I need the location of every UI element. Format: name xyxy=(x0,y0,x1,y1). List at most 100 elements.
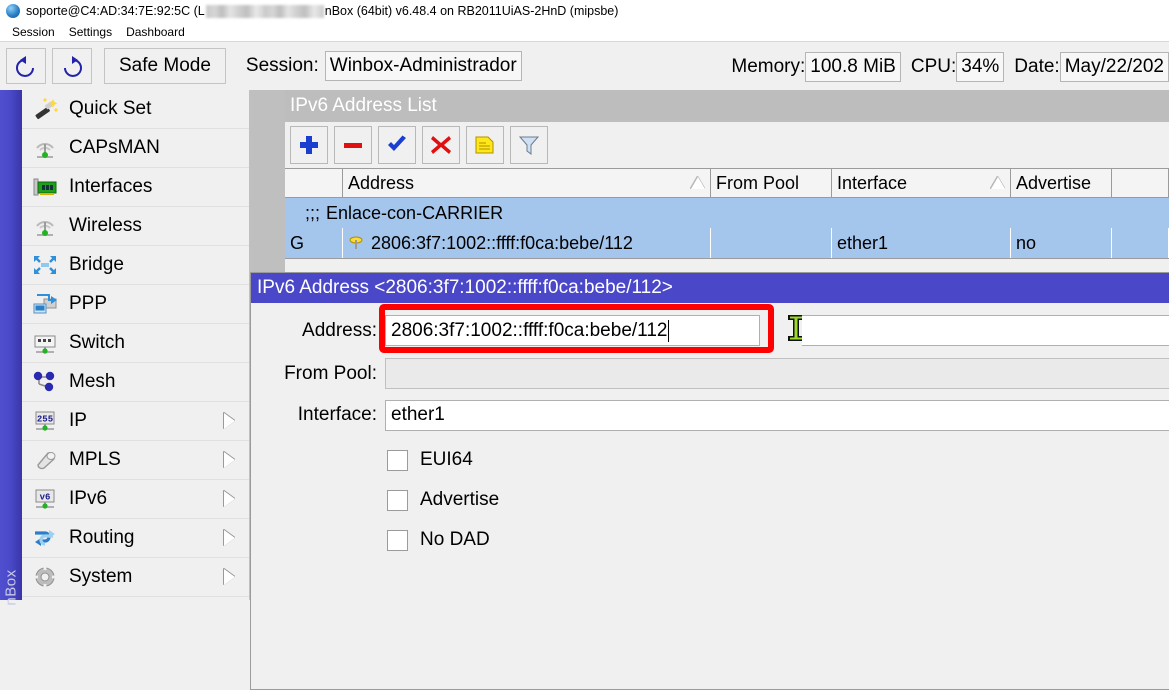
sidebar-item-ipv6[interactable]: v6 IPv6 xyxy=(22,480,249,519)
safe-mode-button[interactable]: Safe Mode xyxy=(104,48,226,84)
dialog-title: IPv6 Address <2806:3f7:1002::ffff:f0ca:b… xyxy=(251,273,1169,303)
sidebar-item-mesh[interactable]: Mesh xyxy=(22,363,249,402)
svg-text:255: 255 xyxy=(37,415,53,425)
eui64-checkbox[interactable] xyxy=(387,450,408,471)
from-pool-input[interactable] xyxy=(385,358,1169,389)
sidebar-item-label: MPLS xyxy=(69,449,121,471)
window-title-suffix: nBox (64bit) v6.48.4 on RB2011UiAS-2HnD … xyxy=(325,4,619,18)
advertise-checkbox[interactable] xyxy=(387,490,408,511)
sidebar-item-routing[interactable]: Routing xyxy=(22,519,249,558)
cell-address-text: 2806:3f7:1002::ffff:f0ca:bebe/112 xyxy=(371,233,633,254)
sidebar-item-label: Mesh xyxy=(69,371,115,393)
address-label: Address: xyxy=(265,320,385,342)
table-comment-row[interactable]: ;;; Enlace-con-CARRIER xyxy=(285,198,1169,228)
sidebar-item-quick-set[interactable]: Quick Set xyxy=(22,90,249,129)
sidebar-item-capsman[interactable]: CAPsMAN xyxy=(22,129,249,168)
winbox-vertical-label: nBox xyxy=(3,563,20,613)
ip-255-icon: 255 xyxy=(30,407,60,435)
disable-button[interactable] xyxy=(422,126,460,164)
column-header-extra[interactable] xyxy=(1112,169,1169,197)
comment-marker: ;;; xyxy=(305,203,320,224)
sidebar-item-switch[interactable]: Switch xyxy=(22,324,249,363)
mesh-nodes-icon xyxy=(30,368,60,396)
menu-item-session[interactable]: Session xyxy=(5,25,62,39)
sidebar-item-ppp[interactable]: PPP xyxy=(22,285,249,324)
no-dad-checkbox[interactable] xyxy=(387,530,408,551)
plus-icon xyxy=(297,133,321,157)
filter-button[interactable] xyxy=(510,126,548,164)
cell-interface: ether1 xyxy=(832,228,1011,258)
menubar: Session Settings Dashboard xyxy=(0,22,1169,41)
session-value[interactable]: Winbox-Administrador xyxy=(325,51,522,81)
eui64-row[interactable]: EUI64 xyxy=(251,449,1169,471)
toolbar-status-group: Memory: 100.8 MiB CPU: 34% Date: May/22/… xyxy=(721,42,1169,91)
routing-arrows-icon xyxy=(30,524,60,552)
no-dad-label: No DAD xyxy=(420,529,490,551)
cell-advertise: no xyxy=(1011,228,1112,258)
x-icon xyxy=(429,133,453,157)
text-caret xyxy=(668,320,669,342)
sidebar-item-label: Quick Set xyxy=(69,98,151,120)
ppp-monitor-icon xyxy=(30,290,60,318)
sidebar-item-wireless[interactable]: Wireless xyxy=(22,207,249,246)
sort-ascending-icon xyxy=(991,177,1005,189)
window-title-prefix: soporte@C4:AD:34:7E:92:5C (L xyxy=(26,4,205,18)
menu-item-dashboard[interactable]: Dashboard xyxy=(119,25,192,39)
interface-row: Interface: ether1 xyxy=(251,399,1169,431)
network-card-icon xyxy=(30,173,60,201)
sidebar-item-label: Wireless xyxy=(69,215,142,237)
undo-arrow-icon xyxy=(13,54,39,78)
main-toolbar: Safe Mode Session: Winbox-Administrador … xyxy=(0,41,1169,90)
undo-button[interactable] xyxy=(6,48,46,84)
workspace: IPv6 Address List xyxy=(250,90,1169,600)
sidebar-item-label: CAPsMAN xyxy=(69,137,160,159)
sidebar-item-ip[interactable]: 255 IP xyxy=(22,402,249,441)
advertise-row[interactable]: Advertise xyxy=(251,489,1169,511)
menu-item-settings[interactable]: Settings xyxy=(62,25,119,39)
ipv6-address-dialog: IPv6 Address <2806:3f7:1002::ffff:f0ca:b… xyxy=(250,272,1169,690)
cell-address: 2806:3f7:1002::ffff:f0ca:bebe/112 xyxy=(343,228,711,258)
address-input[interactable]: 2806:3f7:1002::ffff:f0ca:bebe/112 xyxy=(385,315,760,346)
chevron-right-icon xyxy=(224,569,235,585)
column-header-from-pool[interactable]: From Pool xyxy=(711,169,832,197)
column-header-advertise[interactable]: Advertise xyxy=(1011,169,1112,197)
sidebar-item-mpls[interactable]: MPLS xyxy=(22,441,249,480)
sidebar-item-label: Interfaces xyxy=(69,176,152,198)
column-header-interface[interactable]: Interface xyxy=(832,169,1011,197)
sidebar-item-system[interactable]: System xyxy=(22,558,249,597)
sidebar-item-label: Bridge xyxy=(69,254,124,276)
magic-wand-icon xyxy=(30,95,60,123)
winbox-side-strip: nBox xyxy=(0,90,22,600)
sidebar-item-interfaces[interactable]: Interfaces xyxy=(22,168,249,207)
address-row: Address: 2806:3f7:1002::ffff:f0ca:bebe/1… xyxy=(251,313,1169,348)
sort-ascending-icon xyxy=(691,177,705,189)
no-dad-row[interactable]: No DAD xyxy=(251,529,1169,551)
minus-icon xyxy=(341,133,365,157)
column-header-flags[interactable] xyxy=(285,169,343,197)
sidebar-item-bridge[interactable]: Bridge xyxy=(22,246,249,285)
comment-text: Enlace-con-CARRIER xyxy=(326,203,503,224)
sidebar-item-label: Switch xyxy=(69,332,125,354)
ipv6-address-list-toolbar xyxy=(285,122,1169,168)
globe-icon xyxy=(6,4,20,18)
chevron-right-icon xyxy=(224,452,235,468)
add-button[interactable] xyxy=(290,126,328,164)
table-row[interactable]: G 2806:3f7:1002::ffff:f0ca:bebe/112 ethe… xyxy=(285,228,1169,259)
interface-label: Interface: xyxy=(265,404,385,426)
redo-button[interactable] xyxy=(52,48,92,84)
bridge-arrows-icon xyxy=(30,251,60,279)
session-label: Session: xyxy=(246,55,319,77)
remove-button[interactable] xyxy=(334,126,372,164)
interface-input[interactable]: ether1 xyxy=(385,400,1169,431)
check-icon xyxy=(385,133,409,157)
enable-button[interactable] xyxy=(378,126,416,164)
address-input-extension[interactable] xyxy=(802,315,1169,346)
ipv6-address-list-title: IPv6 Address List xyxy=(285,90,1169,122)
comment-button[interactable] xyxy=(466,126,504,164)
sidebar-item-label: IP xyxy=(69,410,87,432)
app-body: nBox Quick Set xyxy=(0,90,1169,600)
column-header-address[interactable]: Address xyxy=(343,169,711,197)
gear-icon xyxy=(30,563,60,591)
date-value: May/22/202 xyxy=(1060,52,1169,82)
address-pin-icon xyxy=(348,235,364,251)
